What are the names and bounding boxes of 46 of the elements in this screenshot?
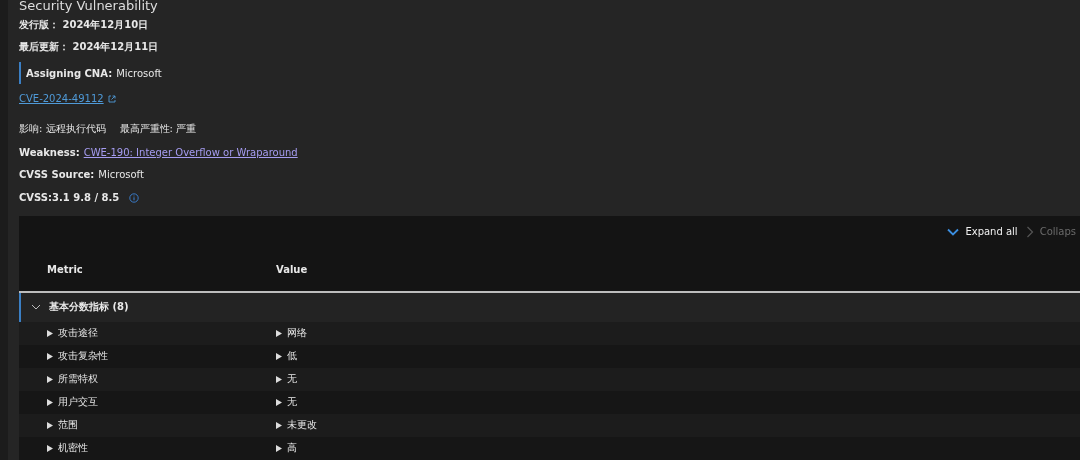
triangle-icon [47,398,53,406]
cvss-score: CVSS:3.1 9.8 / 8.5 [19,192,120,204]
cna-value: Microsoft [116,67,162,79]
external-link-icon [107,94,116,103]
group-label: 基本分数指标 (8) [49,300,129,315]
date-text: 最后更新： 2024年12月11日 [19,40,160,55]
cna-label: Assigning CNA: [26,67,113,79]
cvss-source-value: Microsoft [98,169,144,181]
column-header: Value [276,263,308,275]
value-cell[interactable]: 高 [287,441,297,456]
cvss-source-label: CVSS Source: [19,169,95,181]
triangle-icon [47,352,53,360]
page-title: Security Vulnerability [19,0,159,14]
metric-cell[interactable]: 所需特权 [58,372,98,387]
triangle-icon [47,329,53,337]
metric-cell[interactable]: 机密性 [58,441,88,456]
weakness-link[interactable]: CWE-190: Integer Overflow or Wraparound [83,146,298,158]
impact-text: 影响: 远程执行代码 [19,122,106,137]
metric-cell[interactable]: 范围 [58,418,78,433]
chevron-right-icon [1025,225,1034,238]
value-cell[interactable]: 未更改 [287,418,317,433]
expand-all-button[interactable]: Expand all [947,226,1018,238]
metric-cell[interactable]: 攻击途径 [58,326,98,341]
triangle-icon [276,375,282,383]
severity-text: 最高严重性: 严重 [119,122,197,137]
cve-link[interactable]: CVE-2024-49112 [19,93,104,105]
value-cell[interactable]: 网络 [287,326,307,341]
metric-cell[interactable]: 攻击复杂性 [58,349,108,364]
info-icon[interactable] [129,192,140,203]
triangle-icon [47,444,53,452]
value-cell[interactable]: 低 [287,349,297,364]
triangle-icon [276,421,282,429]
date-text: 发行版： 2024年12月10日 [19,17,150,32]
value-cell[interactable]: 无 [287,372,297,387]
triangle-icon [47,421,53,429]
triangle-icon [276,398,282,406]
metric-cell[interactable]: 用户交互 [58,395,98,410]
column-header: Metric [46,263,84,275]
value-cell[interactable]: 无 [287,395,297,410]
group-row[interactable]: 基本分数指标 (8) [19,292,1080,322]
triangle-icon [47,375,53,383]
triangle-icon [276,329,282,337]
weakness-label: Weakness: [19,146,80,158]
chevron-down-icon [947,227,960,236]
triangle-icon [276,352,282,360]
triangle-icon [276,444,282,452]
